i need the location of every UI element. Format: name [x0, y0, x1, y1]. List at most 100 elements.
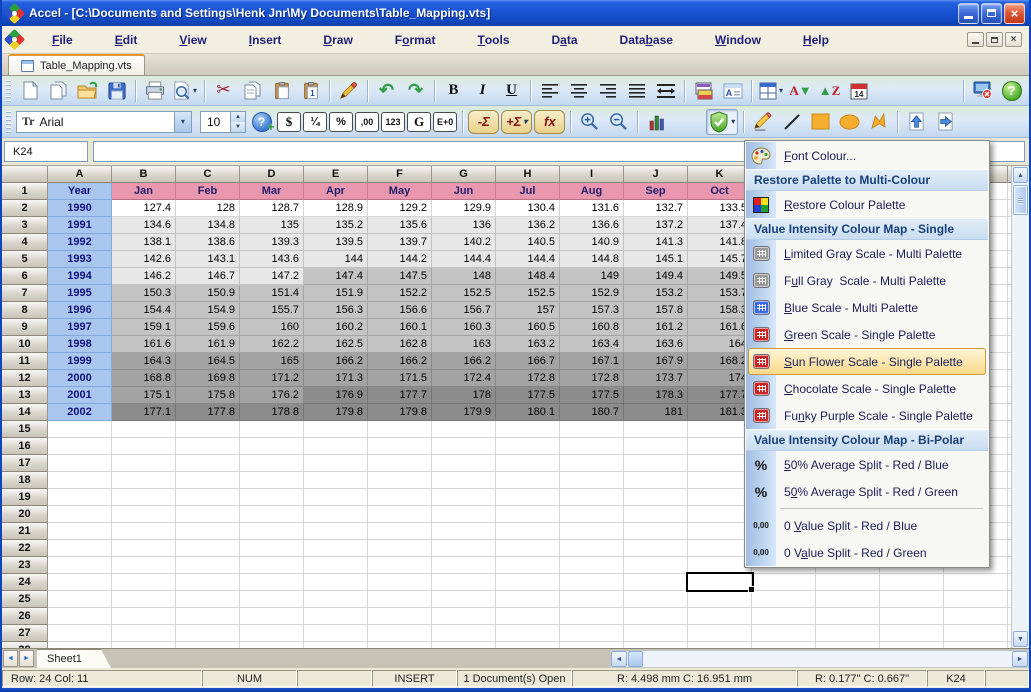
cell-G25[interactable]	[432, 591, 496, 608]
menu-item-font-colour[interactable]: Font Colour...	[746, 142, 988, 169]
cell-B20[interactable]	[112, 506, 176, 523]
cell-O25[interactable]	[944, 591, 1008, 608]
row-header-27[interactable]: 27	[2, 625, 48, 642]
cell-A26[interactable]	[48, 608, 112, 625]
cell-H25[interactable]	[496, 591, 560, 608]
cell-D27[interactable]	[240, 625, 304, 642]
row-header-15[interactable]: 15	[2, 421, 48, 438]
cell-K21[interactable]	[688, 523, 752, 540]
cell-K22[interactable]	[688, 540, 752, 557]
cell-F4[interactable]: 139.7	[368, 234, 432, 251]
sheet-prev-button[interactable]: ◄	[3, 650, 18, 667]
cell-J8[interactable]: 157.8	[624, 302, 688, 319]
chart-button[interactable]	[643, 109, 670, 135]
mdi-restore-button[interactable]	[986, 32, 1003, 47]
cell-E19[interactable]	[304, 489, 368, 506]
cell-H1[interactable]: Jul	[496, 183, 560, 200]
cell-B16[interactable]	[112, 438, 176, 455]
cell-I14[interactable]: 180.7	[560, 404, 624, 421]
row-header-23[interactable]: 23	[2, 557, 48, 574]
text-style-button[interactable]: A	[719, 78, 746, 104]
cell-D9[interactable]: 160	[240, 319, 304, 336]
col-header-K[interactable]: K	[688, 166, 752, 183]
cell-A14[interactable]: 2002	[48, 404, 112, 421]
cell-H2[interactable]: 130.4	[496, 200, 560, 217]
cell-H16[interactable]	[496, 438, 560, 455]
cell-C5[interactable]: 143.1	[176, 251, 240, 268]
cell-N27[interactable]	[880, 625, 944, 642]
cell-A19[interactable]	[48, 489, 112, 506]
scientific-format-button[interactable]: E+0	[433, 112, 457, 132]
cell-K27[interactable]	[688, 625, 752, 642]
cell-B9[interactable]: 159.1	[112, 319, 176, 336]
cell-J21[interactable]	[624, 523, 688, 540]
cell-F20[interactable]	[368, 506, 432, 523]
chevron-down-icon[interactable]: ▾	[779, 86, 783, 95]
cell-B12[interactable]: 168.8	[112, 370, 176, 387]
cell-F25[interactable]	[368, 591, 432, 608]
cell-D25[interactable]	[240, 591, 304, 608]
spin-down-icon[interactable]: ▼	[231, 122, 245, 132]
cell-G23[interactable]	[432, 557, 496, 574]
cell-D26[interactable]	[240, 608, 304, 625]
cell-D13[interactable]: 176.2	[240, 387, 304, 404]
cell-H20[interactable]	[496, 506, 560, 523]
general-format-button[interactable]: G	[407, 112, 431, 132]
cell-F18[interactable]	[368, 472, 432, 489]
redo-button[interactable]: ↷	[402, 78, 429, 104]
cell-A16[interactable]	[48, 438, 112, 455]
toolbar-grip[interactable]	[6, 80, 11, 102]
cell-L27[interactable]	[752, 625, 816, 642]
cell-G7[interactable]: 152.5	[432, 285, 496, 302]
cell-E3[interactable]: 135.2	[304, 217, 368, 234]
cell-I5[interactable]: 144.8	[560, 251, 624, 268]
cell-K18[interactable]	[688, 472, 752, 489]
cell-D17[interactable]	[240, 455, 304, 472]
row-header-26[interactable]: 26	[2, 608, 48, 625]
cell-I17[interactable]	[560, 455, 624, 472]
cell-C22[interactable]	[176, 540, 240, 557]
help-button[interactable]: ?	[998, 78, 1025, 104]
close-button[interactable]: ×	[1004, 3, 1025, 24]
cell-O26[interactable]	[944, 608, 1008, 625]
cell-H8[interactable]: 157	[496, 302, 560, 319]
cell-D22[interactable]	[240, 540, 304, 557]
cell-I10[interactable]: 163.4	[560, 336, 624, 353]
cell-E23[interactable]	[304, 557, 368, 574]
menu-item-limited-gray-scale-multi-palette[interactable]: Limited Gray Scale - Multi Palette	[746, 240, 988, 267]
draw-freeform-button[interactable]	[865, 109, 892, 135]
col-header-I[interactable]: I	[560, 166, 624, 183]
cell-I8[interactable]: 157.3	[560, 302, 624, 319]
cell-E11[interactable]: 166.2	[304, 353, 368, 370]
cell-L26[interactable]	[752, 608, 816, 625]
cell-G11[interactable]: 166.2	[432, 353, 496, 370]
draw-ellipse-button[interactable]	[836, 109, 863, 135]
cell-C26[interactable]	[176, 608, 240, 625]
cell-C27[interactable]	[176, 625, 240, 642]
cell-L24[interactable]	[752, 574, 816, 591]
toolbar-grip[interactable]	[6, 111, 11, 133]
cell-F19[interactable]	[368, 489, 432, 506]
chevron-down-icon[interactable]: ▾	[523, 117, 527, 126]
cell-F13[interactable]: 177.7	[368, 387, 432, 404]
cell-K15[interactable]	[688, 421, 752, 438]
cell-G21[interactable]	[432, 523, 496, 540]
cell-A4[interactable]: 1992	[48, 234, 112, 251]
cell-H11[interactable]: 166.7	[496, 353, 560, 370]
cell-F23[interactable]	[368, 557, 432, 574]
menu-insert[interactable]: Insert	[228, 26, 303, 53]
cell-E25[interactable]	[304, 591, 368, 608]
row-header-19[interactable]: 19	[2, 489, 48, 506]
cell-D20[interactable]	[240, 506, 304, 523]
cell-B13[interactable]: 175.1	[112, 387, 176, 404]
cell-H3[interactable]: 136.2	[496, 217, 560, 234]
cell-A27[interactable]	[48, 625, 112, 642]
insert-function-button[interactable]: fx	[534, 110, 565, 134]
cell-I25[interactable]	[560, 591, 624, 608]
cell-B6[interactable]: 146.2	[112, 268, 176, 285]
cell-A9[interactable]: 1997	[48, 319, 112, 336]
cell-J16[interactable]	[624, 438, 688, 455]
cell-E16[interactable]	[304, 438, 368, 455]
cell-G12[interactable]: 172.4	[432, 370, 496, 387]
cell-D2[interactable]: 128.7	[240, 200, 304, 217]
